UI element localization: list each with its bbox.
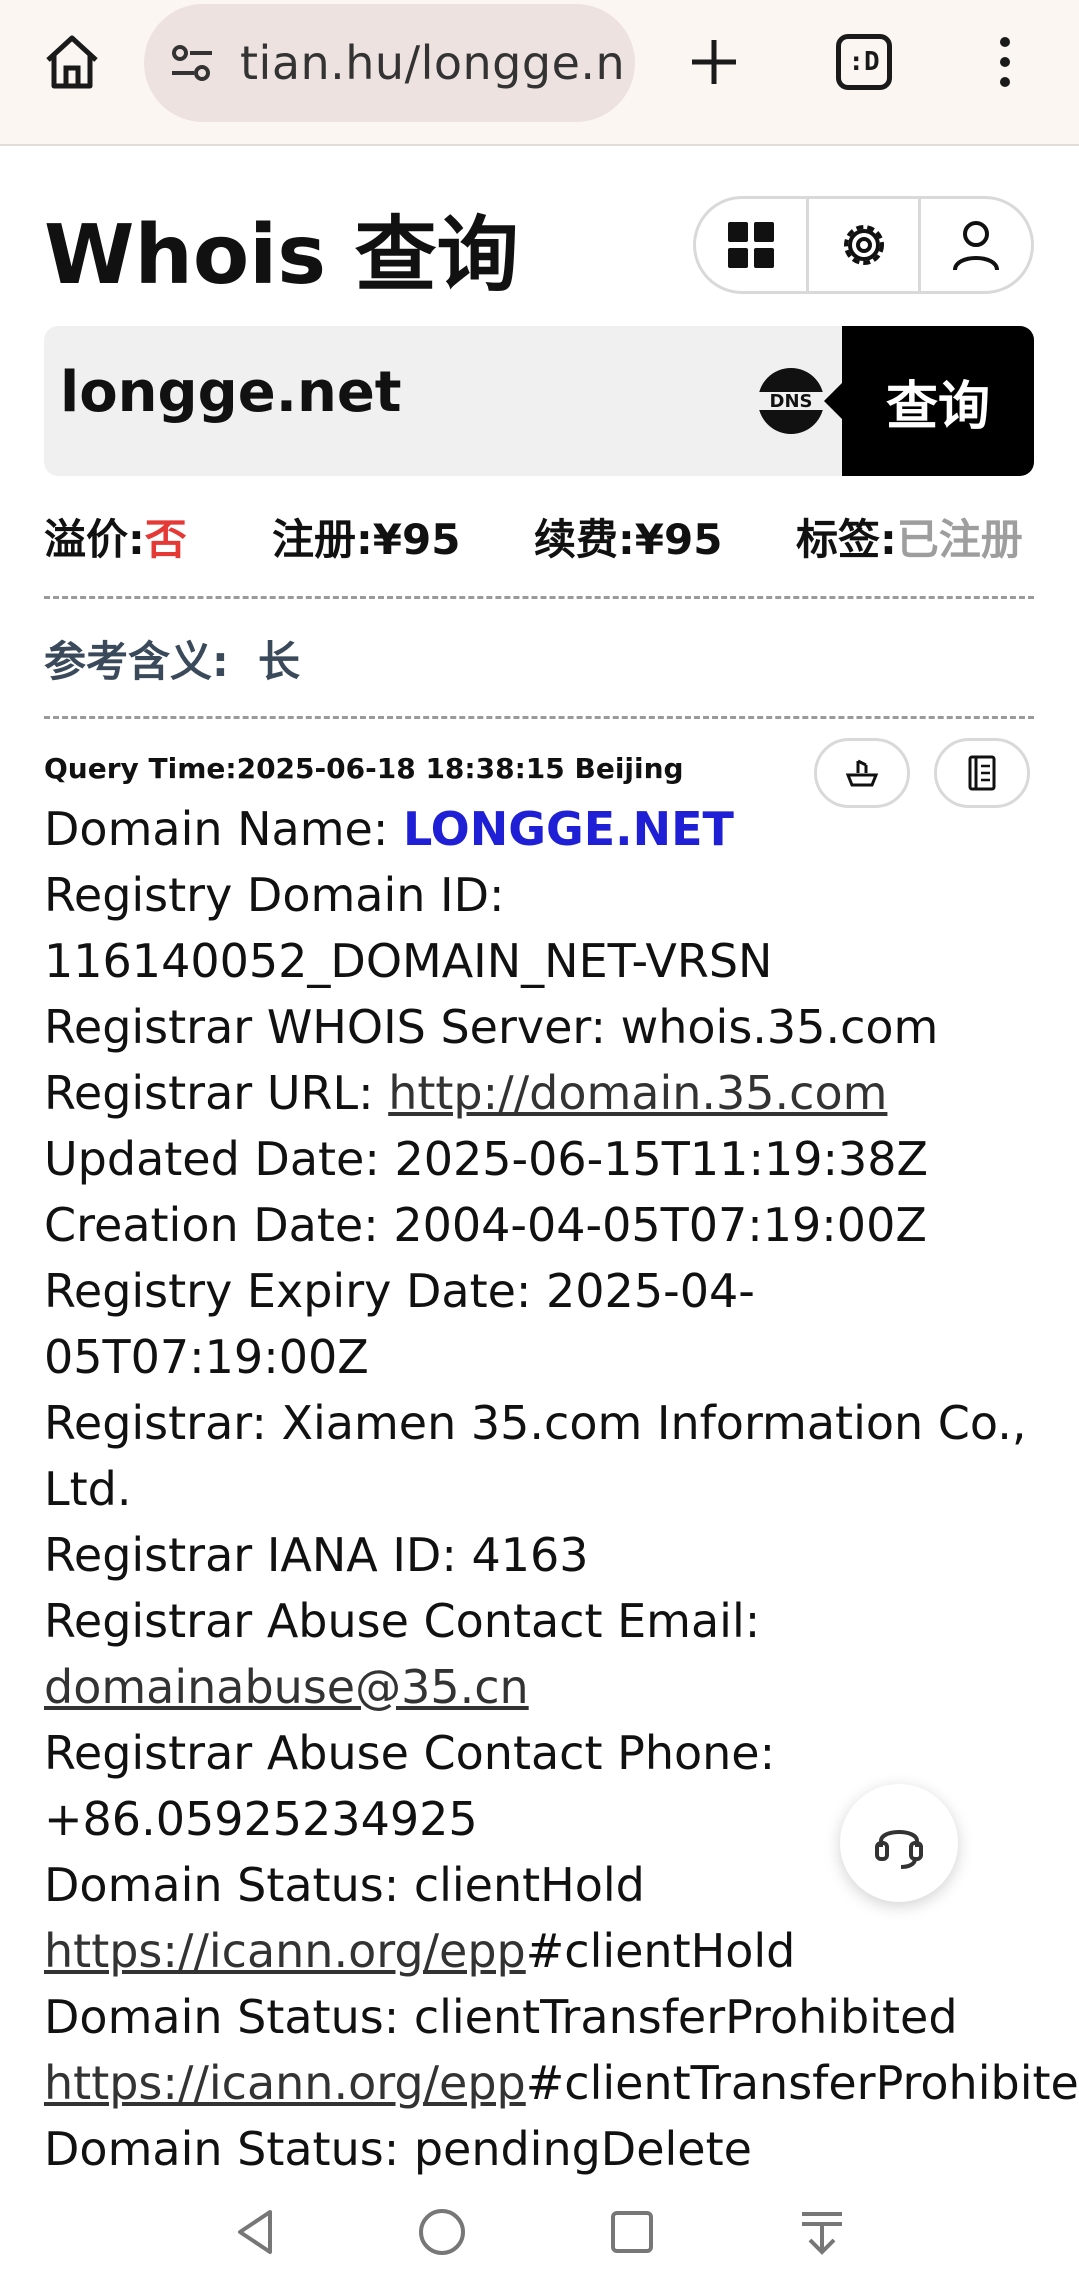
whois-line: https://icann.org/epp#clientTransferProh… [44, 2056, 1079, 2110]
new-tab-icon[interactable] [682, 30, 746, 94]
abuse-email-link[interactable]: domainabuse@35.cn [44, 1660, 529, 1714]
whois-line: Registry Domain ID: [44, 868, 505, 922]
whois-line: Registry Expiry Date: 2025-04- [44, 1264, 755, 1318]
more-menu-icon[interactable] [990, 32, 1020, 92]
headset-icon [875, 1830, 923, 1869]
account-button[interactable] [921, 199, 1031, 291]
search-input[interactable]: longge.net [60, 360, 402, 425]
gear-icon [843, 225, 884, 265]
query-time: Query Time:2025-06-18 18:38:15 Beijing [44, 752, 684, 785]
home-nav-icon[interactable] [414, 2204, 470, 2260]
whois-line: Registrar IANA ID: 4163 [44, 1528, 589, 1582]
url-text: tian.hu/longge.n [240, 36, 626, 90]
grid-icon [727, 222, 774, 268]
tag-info: 标签:已注册 [796, 515, 1023, 564]
whois-line: https://icann.org/epp#clientHold [44, 1924, 796, 1978]
system-navigation-bar [0, 2180, 1079, 2287]
page-title: Whois 查询 [44, 208, 519, 303]
whois-line: Creation Date: 2004-04-05T07:19:00Z [44, 1198, 927, 1252]
whois-line: Registrar URL: http://domain.35.com [44, 1066, 888, 1120]
epp-link[interactable]: https://icann.org/epp [44, 1924, 526, 1978]
header-tool-group [693, 196, 1034, 294]
whois-line: 05T07:19:00Z [44, 1330, 369, 1384]
tab-switcher-button[interactable]: :D [836, 34, 892, 90]
document-icon [968, 755, 996, 791]
home-icon[interactable] [40, 30, 104, 94]
site-settings-icon[interactable] [166, 37, 218, 89]
whois-line: Ltd. [44, 1462, 132, 1516]
whois-line: Registrar Abuse Contact Phone: [44, 1726, 776, 1780]
divider [44, 716, 1034, 719]
recents-icon[interactable] [604, 2204, 660, 2260]
whois-line: Domain Name: LONGGE.NET [44, 802, 734, 856]
whois-line: Registrar Abuse Contact Email: [44, 1594, 761, 1648]
reference-meaning: 参考含义: 长 [44, 637, 301, 686]
whois-line: domainabuse@35.cn [44, 1654, 1079, 1720]
whois-line: Updated Date: 2025-06-15T11:19:38Z [44, 1132, 929, 1186]
epp-link[interactable]: https://icann.org/epp [44, 2056, 526, 2110]
back-icon[interactable] [228, 2204, 284, 2260]
user-icon [953, 221, 1000, 271]
dns-icon[interactable]: DNS [754, 364, 828, 438]
whois-line: Registrar WHOIS Server: whois.35.com [44, 1000, 939, 1054]
settings-button[interactable] [809, 199, 922, 291]
renew-price: 续费:¥95 [534, 515, 723, 564]
apps-button[interactable] [696, 199, 809, 291]
domain-name: LONGGE.NET [402, 802, 734, 856]
whois-line: Registrar: Xiamen 35.com Information Co.… [44, 1396, 1027, 1450]
customer-support-button[interactable] [840, 1784, 958, 1902]
hide-keyboard-icon[interactable] [794, 2204, 850, 2260]
search-box: longge.net DNS 查询 [44, 326, 1034, 476]
whois-line: 116140052_DOMAIN_NET-VRSN [44, 934, 773, 988]
register-price: 注册:¥95 [272, 515, 461, 564]
browser-toolbar: tian.hu/longge.n :D [0, 0, 1079, 146]
search-button[interactable]: 查询 [824, 326, 1034, 476]
price-info: 溢价:否 注册:¥95 续费:¥95 标签:已注册 [44, 506, 1034, 566]
share-icon [845, 759, 879, 787]
address-bar[interactable]: tian.hu/longge.n [144, 4, 635, 122]
whois-record: Domain Name: LONGGE.NET Registry Domain … [44, 796, 1079, 2182]
divider [44, 596, 1034, 599]
svg-text:DNS: DNS [770, 391, 813, 412]
whois-line: Domain Status: clientTransferProhibited [44, 1990, 958, 2044]
premium-info: 溢价:否 [44, 515, 187, 564]
registrar-url-link[interactable]: http://domain.35.com [388, 1066, 887, 1120]
whois-line: Domain Status: pendingDelete [44, 2122, 752, 2176]
